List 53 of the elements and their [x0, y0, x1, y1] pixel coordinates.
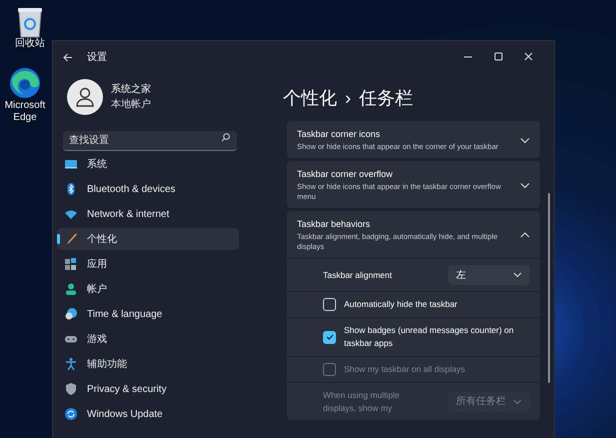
desktop-icon-label: Microsoft Edge [4, 100, 46, 124]
account-type: 本地帐户 [111, 98, 151, 112]
nav-item[interactable]: 游戏 [57, 328, 239, 350]
chevron-icon[interactable] [520, 180, 530, 189]
account-name: 系统之家 [111, 82, 151, 97]
search-field[interactable]: 查找设置 [63, 131, 237, 151]
breadcrumb-separator: › [345, 86, 351, 110]
chevron-icon[interactable] [520, 136, 530, 144]
person-icon [65, 283, 77, 295]
gamepad-icon [65, 333, 77, 345]
chevron-icon[interactable] [520, 230, 530, 239]
accessibility-icon [65, 358, 77, 370]
checkbox[interactable] [323, 298, 336, 312]
recycle-bin-icon[interactable] [17, 6, 43, 38]
checkbox[interactable] [323, 330, 336, 344]
apps-icon [65, 258, 77, 270]
section-title: Taskbar behaviors [297, 218, 372, 232]
person-icon [76, 87, 94, 107]
section-title: Taskbar corner icons [297, 128, 382, 141]
checkbox-label: Show my taskbar on all displays [344, 362, 465, 376]
nav-item[interactable]: Network & internet [57, 203, 239, 225]
nav-item[interactable]: Privacy & security [57, 378, 239, 400]
breadcrumb-parent[interactable]: 个性化 [283, 84, 337, 112]
section-title: Taskbar corner overflow [297, 168, 394, 182]
nav-item[interactable]: 应用 [57, 253, 239, 275]
monitor-icon [65, 158, 77, 170]
shield-icon [65, 383, 77, 395]
nav-item[interactable]: Windows Update [57, 403, 239, 425]
search-icon[interactable] [221, 133, 230, 142]
checkbox-label: Automatically hide the taskbar [344, 298, 458, 312]
setting-label: Taskbar alignment [323, 268, 392, 282]
dropdown[interactable]: 左 [448, 265, 530, 286]
nav-item[interactable]: Bluetooth & devices [57, 178, 239, 200]
desktop-icon-label: 回收站 [15, 38, 45, 50]
nav-item[interactable]: 帐户 [57, 278, 239, 300]
back-icon[interactable] [63, 52, 73, 62]
chevron-icon [513, 398, 522, 404]
page-title: 任务栏 [359, 86, 413, 110]
nav-item[interactable]: 个性化 [57, 228, 239, 250]
bluetooth-icon [65, 183, 77, 195]
chevron-icon [513, 272, 522, 278]
globe-clock-icon [65, 308, 77, 320]
wifi-icon [65, 208, 77, 220]
refresh-icon [65, 408, 77, 420]
setting-label: When using multiple displays, show my [323, 388, 401, 414]
window-title: 设置 [87, 50, 107, 64]
checkmark-icon [326, 334, 334, 340]
checkbox-label: Show badges (unread messages counter) on taskbar apps [344, 324, 515, 350]
nav-item[interactable]: 辅助功能 [57, 353, 239, 375]
nav-item[interactable]: Time & language [57, 303, 239, 325]
brush-icon [65, 233, 77, 245]
browser-icon[interactable] [8, 66, 42, 100]
nav-item[interactable]: 系统 [57, 153, 239, 175]
